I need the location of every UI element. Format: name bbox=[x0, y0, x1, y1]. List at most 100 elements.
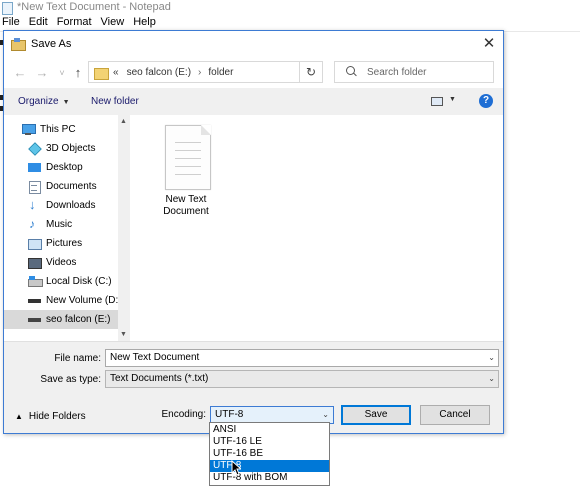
tree-item-label: Documents bbox=[46, 181, 97, 192]
up-arrow-icon[interactable]: ↑ bbox=[70, 65, 86, 81]
chevron-down-icon[interactable]: ⌄ bbox=[322, 407, 329, 423]
notepad-icon bbox=[1, 1, 13, 15]
tree-item-label: Videos bbox=[46, 257, 77, 268]
search-box[interactable] bbox=[334, 61, 494, 83]
scroll-up-icon[interactable]: ▲ bbox=[119, 117, 128, 126]
file-name-value: New Text Document bbox=[110, 352, 200, 363]
encoding-option-utf8[interactable]: UTF-8 bbox=[210, 460, 329, 472]
tree-item-label: 3D Objects bbox=[46, 143, 96, 154]
downloads-icon bbox=[28, 197, 41, 212]
save-button[interactable]: Save bbox=[341, 405, 411, 425]
menu-edit[interactable]: Edit bbox=[25, 16, 53, 28]
file-name-label: New Text Document bbox=[163, 194, 209, 217]
save-type-select[interactable]: Text Documents (*.txt) ⌄ bbox=[105, 370, 499, 388]
tree-item-pictures[interactable]: Pictures bbox=[4, 234, 118, 253]
encoding-dropdown-list: ANSI UTF-16 LE UTF-16 BE UTF-8 UTF-8 wit… bbox=[209, 422, 330, 486]
navigation-pane: This PC 3D Objects Desktop Documents Dow… bbox=[4, 115, 129, 341]
chevron-down-icon: ▼ bbox=[62, 99, 70, 106]
text-file-icon bbox=[165, 125, 211, 190]
organize-button[interactable]: Organize ▼ bbox=[18, 96, 70, 107]
hide-folders-label: Hide Folders bbox=[28, 411, 86, 422]
file-item[interactable]: New Text Document bbox=[156, 125, 216, 217]
breadcrumb-drive[interactable]: seo falcon (E:) bbox=[123, 67, 195, 78]
tree-item-new-volume-d[interactable]: New Volume (D: bbox=[4, 291, 118, 310]
videos-icon bbox=[28, 257, 42, 269]
address-bar[interactable]: « seo falcon (E:) › folder bbox=[88, 61, 300, 83]
breadcrumb-overflow-icon[interactable]: « bbox=[113, 67, 123, 78]
address-row: ← → ˅ ↑ « seo falcon (E:) › folder ↻ bbox=[4, 56, 503, 88]
chevron-down-icon[interactable]: ⌄ bbox=[488, 350, 495, 366]
hide-folders-button[interactable]: ▲ Hide Folders bbox=[15, 411, 86, 422]
notepad-titlebar: *New Text Document - Notepad bbox=[0, 0, 580, 15]
tree-item-this-pc[interactable]: This PC bbox=[4, 120, 118, 139]
search-input[interactable] bbox=[367, 66, 477, 78]
tree-item-local-disk-c[interactable]: Local Disk (C:) bbox=[4, 272, 118, 291]
save-type-value: Text Documents (*.txt) bbox=[110, 373, 209, 384]
tree-item-documents[interactable]: Documents bbox=[4, 177, 118, 196]
desktop-icon bbox=[28, 162, 41, 173]
tree-item-downloads[interactable]: Downloads bbox=[4, 196, 118, 215]
file-name-label: File name: bbox=[54, 353, 101, 364]
chevron-down-icon[interactable]: ▼ bbox=[449, 96, 456, 103]
search-icon bbox=[346, 66, 358, 78]
encoding-label: Encoding: bbox=[161, 409, 206, 420]
organize-label: Organize bbox=[18, 96, 59, 107]
cancel-button[interactable]: Cancel bbox=[420, 405, 490, 425]
scroll-down-icon[interactable]: ▼ bbox=[119, 330, 128, 339]
tree-item-videos[interactable]: Videos bbox=[4, 253, 118, 272]
breadcrumb-separator-icon[interactable]: › bbox=[195, 67, 204, 78]
tree-item-label: Music bbox=[46, 219, 73, 230]
tree-item-label: seo falcon (E:) bbox=[46, 314, 111, 325]
tree-item-desktop[interactable]: Desktop bbox=[4, 158, 118, 177]
forward-arrow-icon[interactable]: → bbox=[34, 65, 50, 81]
breadcrumb-folder[interactable]: folder bbox=[204, 67, 237, 78]
divider bbox=[4, 341, 503, 342]
tree-item-music[interactable]: Music bbox=[4, 215, 118, 234]
help-icon[interactable]: ? bbox=[479, 94, 493, 108]
encoding-value: UTF-8 bbox=[215, 409, 244, 420]
encoding-option-utf16be[interactable]: UTF-16 BE bbox=[210, 448, 329, 460]
tree-item-label: New Volume (D: bbox=[46, 295, 118, 306]
menu-format[interactable]: Format bbox=[53, 16, 97, 28]
dialog-title: Save As bbox=[31, 37, 72, 50]
notepad-menubar: File Edit Format View Help bbox=[0, 14, 161, 30]
drive-icon bbox=[28, 295, 41, 306]
encoding-option-utf16le[interactable]: UTF-16 LE bbox=[210, 436, 329, 448]
menu-file[interactable]: File bbox=[0, 16, 25, 28]
save-as-icon bbox=[11, 37, 26, 51]
refresh-icon[interactable]: ↻ bbox=[300, 61, 323, 83]
close-icon[interactable]: ✕ bbox=[480, 35, 498, 53]
view-options-icon[interactable] bbox=[431, 97, 443, 106]
tree-item-seo-falcon-e[interactable]: seo falcon (E:) bbox=[4, 310, 118, 329]
drive-icon bbox=[28, 276, 43, 287]
tree-item-label: This PC bbox=[40, 124, 76, 135]
toolbar: Organize ▼ New folder ▼ ? bbox=[4, 88, 503, 115]
menu-view[interactable]: View bbox=[97, 16, 130, 28]
save-as-dialog: Save As ✕ ← → ˅ ↑ « seo falcon (E:) › fo… bbox=[3, 30, 504, 434]
encoding-option-utf8-bom[interactable]: UTF-8 with BOM bbox=[210, 472, 329, 484]
tree-item-label: Pictures bbox=[46, 238, 83, 249]
file-list: New Text Document bbox=[130, 115, 503, 341]
tree-item-label: Desktop bbox=[46, 162, 83, 173]
pictures-icon bbox=[28, 238, 42, 250]
encoding-option-ansi[interactable]: ANSI bbox=[210, 424, 329, 436]
new-folder-button[interactable]: New folder bbox=[91, 96, 139, 107]
mouse-pointer-icon bbox=[231, 460, 241, 476]
chevron-up-icon: ▲ bbox=[15, 412, 23, 421]
chevron-down-icon[interactable]: ⌄ bbox=[488, 371, 495, 387]
tree-item-3d-objects[interactable]: 3D Objects bbox=[4, 139, 118, 158]
folder-icon bbox=[94, 67, 109, 80]
tree-item-label: Downloads bbox=[46, 200, 96, 211]
navigation-scrollbar[interactable]: ▲ ▼ bbox=[118, 115, 129, 341]
pc-icon bbox=[22, 124, 36, 135]
back-arrow-icon[interactable]: ← bbox=[12, 65, 28, 81]
dialog-titlebar[interactable]: Save As ✕ bbox=[4, 31, 503, 56]
tree-item-label: Local Disk (C:) bbox=[46, 276, 112, 287]
file-name-field[interactable]: New Text Document ⌄ bbox=[105, 349, 499, 367]
documents-icon bbox=[28, 181, 41, 194]
menu-help[interactable]: Help bbox=[129, 16, 161, 28]
save-type-label: Save as type: bbox=[40, 374, 101, 385]
3d-objects-icon bbox=[28, 143, 41, 154]
drive-icon bbox=[28, 314, 41, 325]
recent-locations-icon[interactable]: ˅ bbox=[54, 65, 70, 81]
